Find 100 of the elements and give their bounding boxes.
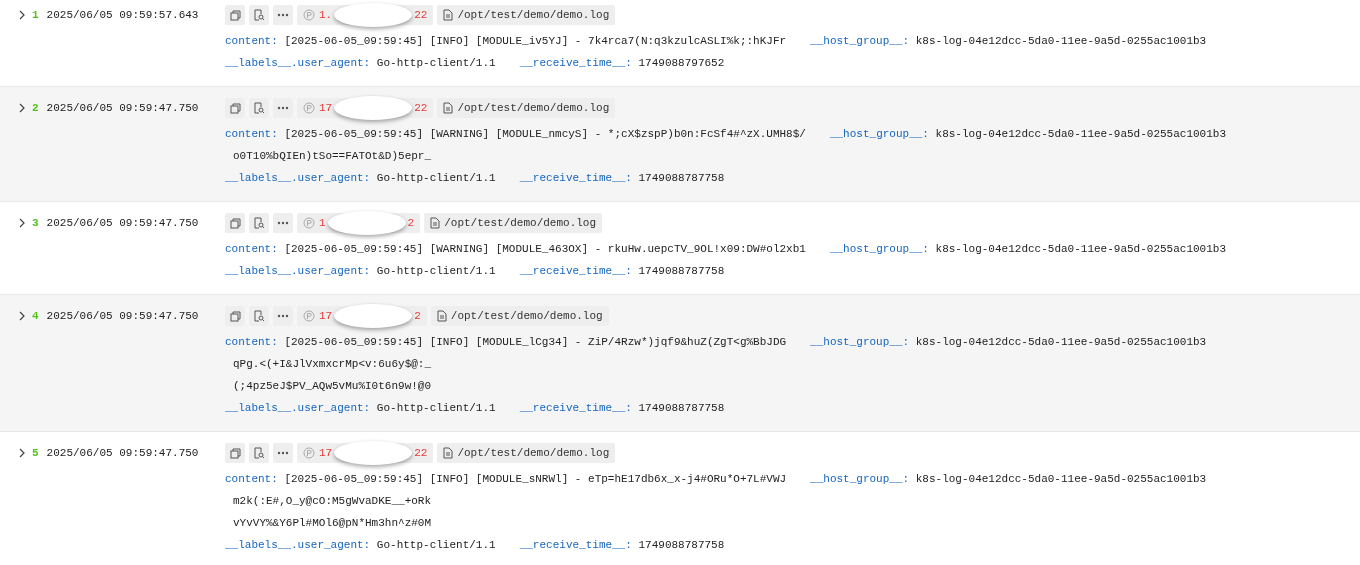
field-value: k8s-log-04e12dcc-5da0-11ee-9a5d-0255ac1001b3 [935,243,1226,255]
more-icon [277,451,289,455]
field-key: content: [225,243,278,255]
circled-p-icon [303,447,315,459]
more-icon [277,106,289,110]
document-search-icon [253,310,265,322]
more-button[interactable] [273,5,293,25]
field-key: __host_group__: [829,243,929,255]
context-button[interactable] [249,5,269,25]
field-value: Go-http-client/1.1 [376,402,496,414]
copy-button[interactable] [225,213,245,233]
field-value: 1749088797652 [638,57,725,69]
file-path: /opt/test/demo/demo.log [450,310,603,322]
field-key: __host_group__: [810,35,910,47]
record-number: 2 [32,102,39,114]
field-value: k8s-log-04e12dcc-5da0-11ee-9a5d-0255ac1001b3 [915,35,1207,47]
field-key: __receive_time__: [519,402,632,414]
document-search-icon [253,447,265,459]
field-key: content: [225,336,278,348]
file-icon [430,217,441,229]
record-number: 3 [32,217,39,229]
file-path: /opt/test/demo/demo.log [457,447,610,459]
field-value: 1749088787758 [638,539,725,551]
field-value: Go-http-client/1.1 [376,172,496,184]
context-button[interactable] [249,98,269,118]
more-button[interactable] [273,98,293,118]
record-number: 5 [32,447,39,459]
circled-p-icon [303,102,315,114]
file-icon [443,102,454,114]
field-key: __labels__.user_agent: [225,402,371,414]
field-key: content: [225,35,278,47]
file-icon [443,447,454,459]
circled-p-icon [303,217,315,229]
copy-icon [229,447,241,459]
field-value: k8s-log-04e12dcc-5da0-11ee-9a5d-0255ac1001b3 [935,128,1226,140]
more-icon [277,314,289,318]
context-button[interactable] [249,213,269,233]
field-key: __receive_time__: [519,539,632,551]
field-key: __host_group__: [810,336,910,348]
copy-icon [229,9,241,21]
file-path: /opt/test/demo/demo.log [457,9,610,21]
field-value: o0T10%bQIEn)tSo==FATOt&D)5epr_ [232,149,433,164]
more-button[interactable] [273,443,293,463]
field-value: [2025-06-05_09:59:45] [WARNING] [MODULE_463OX] - rkuHw.uepcTV_9OL!x09:DW#ol2xb1 [284,243,806,255]
source-ip-end: 2 [414,310,421,322]
source-ip-end: 2 [407,217,415,229]
file-path: /opt/test/demo/demo.log [444,217,597,229]
file-icon [443,9,454,21]
field-key: __host_group__: [829,128,929,140]
field-key: __host_group__: [810,473,910,485]
copy-button[interactable] [225,5,245,25]
field-key: __receive_time__: [519,172,632,184]
copy-icon [229,217,241,229]
more-icon [277,13,289,17]
chevron-icon[interactable] [18,218,26,228]
field-key: content: [225,128,278,140]
copy-button[interactable] [225,443,245,463]
field-value: k8s-log-04e12dcc-5da0-11ee-9a5d-0255ac1001b3 [915,473,1207,485]
record-time: 2025/06/05 09:59:47.750 [46,310,199,322]
chevron-icon[interactable] [18,10,26,20]
document-search-icon [253,217,265,229]
field-value: [2025-06-05_09:59:45] [INFO] [MODULE_sNRWl] - eTp=hE17db6x_x-j4#ORu*O+7L#VWJ [284,473,787,485]
field-value: 1749088787758 [638,265,725,277]
field-value: qPg.<(+I&JlVxmxcrMp<v:6u6y$@:_ [232,357,433,372]
chevron-icon[interactable] [18,311,26,321]
record-number: 4 [32,310,39,322]
field-key: __labels__.user_agent: [225,172,371,184]
field-value: [2025-06-05_09:59:45] [INFO] [MODULE_iv5YJ] - 7k4rca7(N:q3kzulcASLI%k;:hKJFr [284,35,787,47]
field-key: __labels__.user_agent: [225,57,371,69]
record-number: 1 [32,9,39,21]
field-key: __receive_time__: [519,265,632,277]
record-time: 2025/06/05 09:59:57.643 [46,9,199,21]
field-key: __labels__.user_agent: [225,539,371,551]
field-key: content: [225,473,278,485]
context-button[interactable] [249,443,269,463]
file-path: /opt/test/demo/demo.log [457,102,610,114]
document-search-icon [253,9,265,21]
more-button[interactable] [273,213,293,233]
copy-icon [229,102,241,114]
record-time: 2025/06/05 09:59:47.750 [46,217,199,229]
copy-button[interactable] [225,306,245,326]
field-value: Go-http-client/1.1 [376,539,496,551]
chevron-icon[interactable] [18,448,26,458]
field-value: k8s-log-04e12dcc-5da0-11ee-9a5d-0255ac1001b3 [915,336,1207,348]
field-value: vYvVY%&Y6Pl#MOl6@pN*Hm3hn^z#0M [232,516,433,531]
copy-button[interactable] [225,98,245,118]
chevron-icon[interactable] [18,103,26,113]
circled-p-icon [303,310,315,322]
field-value: Go-http-client/1.1 [376,57,496,69]
source-ip-start: 17 [319,310,333,322]
context-button[interactable] [249,306,269,326]
field-value: Go-http-client/1.1 [376,265,496,277]
field-key: __receive_time__: [519,57,632,69]
source-ip-start: 17 [319,447,333,459]
more-button[interactable] [273,306,293,326]
source-ip-start: 1. [319,9,333,21]
copy-icon [229,310,241,322]
file-icon [436,310,447,322]
document-search-icon [253,102,265,114]
source-ip-end: 22 [414,9,428,21]
